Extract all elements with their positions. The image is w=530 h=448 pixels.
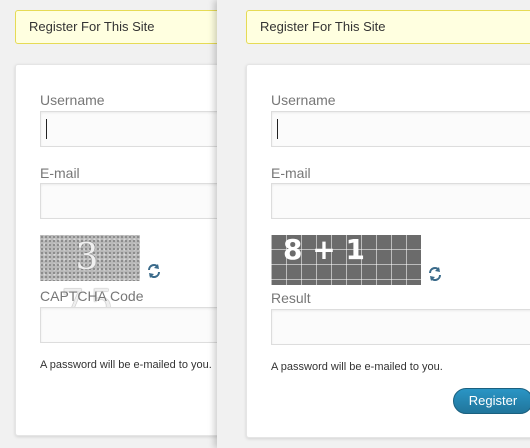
registration-form: Username E-mail 8 + 1 Result A password … <box>246 64 530 438</box>
username-input[interactable] <box>271 111 530 147</box>
registration-panel-left: Register For This Site Username E-mail 3… <box>0 0 230 448</box>
captcha-code-input[interactable] <box>40 307 230 343</box>
password-note: A password will be e-mailed to you. <box>271 361 443 373</box>
captcha-image: 8 + 1 <box>271 235 421 285</box>
email-input[interactable] <box>40 183 230 219</box>
refresh-icon[interactable] <box>146 263 162 279</box>
registration-panel-right: Register For This Site Username E-mail 8… <box>217 0 530 448</box>
text-caret <box>46 119 47 139</box>
refresh-icon[interactable] <box>427 266 443 282</box>
username-label: Username <box>271 92 336 108</box>
username-label: Username <box>40 92 105 108</box>
register-notice: Register For This Site <box>15 10 230 44</box>
result-label: Result <box>271 290 311 306</box>
username-input[interactable] <box>40 111 230 147</box>
register-button[interactable]: Register <box>453 388 530 414</box>
email-input[interactable] <box>271 183 530 219</box>
captcha-image: 3 75 <box>40 235 140 324</box>
password-note: A password will be e-mailed to you. <box>40 359 212 371</box>
registration-form: Username E-mail 3 75 CAPTCHA Code A pass… <box>15 64 230 436</box>
email-label: E-mail <box>40 165 80 181</box>
captcha-code-label: CAPTCHA Code <box>40 288 144 304</box>
email-label: E-mail <box>271 165 311 181</box>
text-caret <box>277 119 278 139</box>
result-input[interactable] <box>271 309 530 345</box>
register-notice: Register For This Site <box>246 10 530 44</box>
